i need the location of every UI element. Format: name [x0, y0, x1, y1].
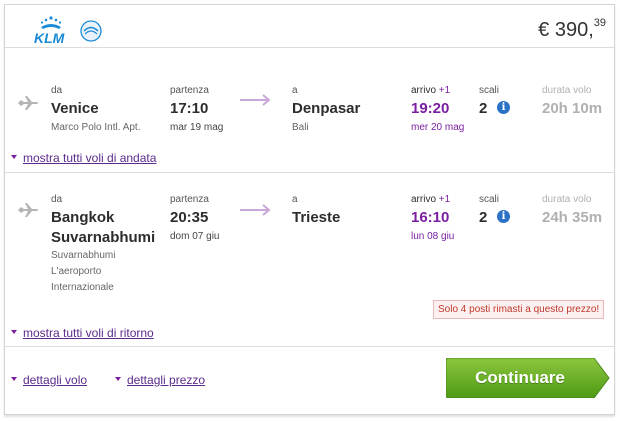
outbound-flight: da Venice Marco Polo Intl. Apt. partenza… [5, 48, 614, 173]
plane-icon [18, 96, 38, 110]
plane-icon [18, 203, 38, 217]
stops-label: scali [479, 85, 500, 96]
arrival-label: arrivo [411, 85, 437, 96]
arrival-label-group: arrivo +1 [411, 194, 450, 205]
departure-time: 17:10 [170, 100, 209, 117]
flight-offer-card: KLM € 390,39 da Venice Marco Polo Intl. … [4, 4, 615, 415]
departure-time: 20:35 [170, 209, 209, 226]
departure-date: dom 07 giu [170, 231, 220, 242]
duration-label: durata volo [542, 194, 592, 205]
show-all-return-link[interactable]: mostra tutti voli di ritorno [11, 324, 154, 342]
stops-count: 2 [479, 209, 488, 226]
arrival-time: 16:10 [411, 209, 450, 226]
svg-text:KLM: KLM [34, 30, 65, 45]
departure-date: mar 19 mag [170, 122, 224, 133]
flight-details-link[interactable]: dettagli volo [11, 371, 87, 389]
from-airport-line-2: L'aeroporto [51, 266, 102, 277]
to-city: Denpasar [292, 100, 361, 117]
total-price: € 390,39 [538, 17, 606, 42]
from-airport-line-1: Suvarnabhumi [51, 250, 116, 261]
to-airport: Bali [292, 122, 309, 133]
price-cents: 39 [593, 17, 606, 29]
seats-left-warning: Solo 4 posti rimasti a questo prezzo! [433, 300, 605, 319]
price-details-link[interactable]: dettagli prezzo [115, 371, 205, 389]
offer-header: KLM € 390,39 [5, 5, 614, 48]
price-details-label[interactable]: dettagli prezzo [127, 373, 205, 387]
duration-value: 20h 10m [542, 100, 603, 117]
stops-count: 2 [479, 100, 488, 117]
show-all-outbound-label[interactable]: mostra tutti voli di andata [23, 151, 156, 165]
from-city: Venice [51, 100, 99, 117]
stops-label: scali [479, 194, 500, 205]
continue-button-label[interactable]: Continuare [446, 358, 594, 398]
departure-label: partenza [170, 194, 209, 205]
from-airport-line-3: Internazionale [51, 282, 114, 293]
arrival-label: arrivo [411, 194, 437, 205]
arrow-right-icon [240, 94, 271, 106]
from-airport: Marco Polo Intl. Apt. [51, 122, 141, 133]
duration-label: durata volo [542, 85, 592, 96]
info-icon[interactable]: i [497, 101, 510, 114]
arrival-time: 19:20 [411, 100, 450, 117]
flight-details-label[interactable]: dettagli volo [23, 373, 87, 387]
price-main: € 390, [538, 19, 594, 41]
show-all-return-label[interactable]: mostra tutti voli di ritorno [23, 326, 154, 340]
caret-down-icon [11, 154, 17, 159]
show-all-outbound-link[interactable]: mostra tutti voli di andata [11, 149, 156, 167]
arrival-date: lun 08 giu [411, 231, 455, 242]
arrow-right-icon [240, 204, 271, 216]
from-city-line-2: Suvarnabhumi [51, 229, 156, 246]
to-label: a [292, 85, 298, 96]
departure-label: partenza [170, 85, 209, 96]
arrival-plus-day: +1 [438, 85, 451, 96]
from-label: da [51, 85, 63, 96]
caret-down-icon [115, 376, 121, 381]
duration-value: 24h 35m [542, 209, 603, 226]
from-label: da [51, 194, 63, 205]
caret-down-icon [11, 376, 17, 381]
arrival-plus-day: +1 [438, 194, 451, 205]
arrival-label-group: arrivo +1 [411, 85, 450, 96]
continue-button[interactable]: Continuare [446, 358, 610, 398]
from-city-line-1: Bangkok [51, 209, 115, 226]
to-city: Trieste [292, 209, 341, 226]
return-flight: da Bangkok Suvarnabhumi Suvarnabhumi L'a… [5, 173, 614, 347]
caret-down-icon [11, 329, 17, 334]
klm-logo: KLM [33, 15, 115, 46]
info-icon[interactable]: i [497, 210, 510, 223]
to-label: a [292, 194, 298, 205]
arrival-date: mer 20 mag [411, 122, 465, 133]
offer-footer: dettagli volo dettagli prezzo Continuare [5, 347, 614, 414]
